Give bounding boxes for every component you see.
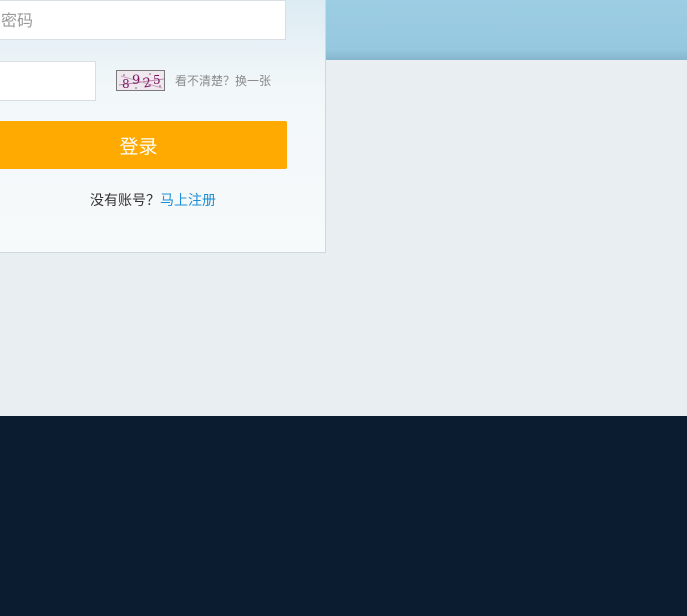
register-link[interactable]: 马上注册 (160, 193, 216, 209)
captcha-digit-4: 5 (153, 73, 161, 87)
captcha-image[interactable]: 8 9 2 5 (116, 70, 165, 91)
login-button[interactable]: 登录 (0, 121, 287, 169)
refresh-captcha-link[interactable]: 看不清楚？换一张 (175, 73, 271, 89)
captcha-input[interactable] (0, 61, 96, 101)
captcha-digit-1: 8 (122, 77, 130, 91)
login-panel: 8 9 2 5 看不清楚？换一张 登录 没有账号？马上注册 (0, 0, 326, 253)
captcha-digit-3: 2 (142, 75, 153, 91)
footer (0, 416, 687, 616)
register-prompt: 没有账号？马上注册 (0, 192, 316, 210)
password-input[interactable] (0, 0, 286, 40)
no-account-text: 没有账号？ (90, 193, 160, 209)
captcha-digit-2: 9 (132, 73, 140, 88)
